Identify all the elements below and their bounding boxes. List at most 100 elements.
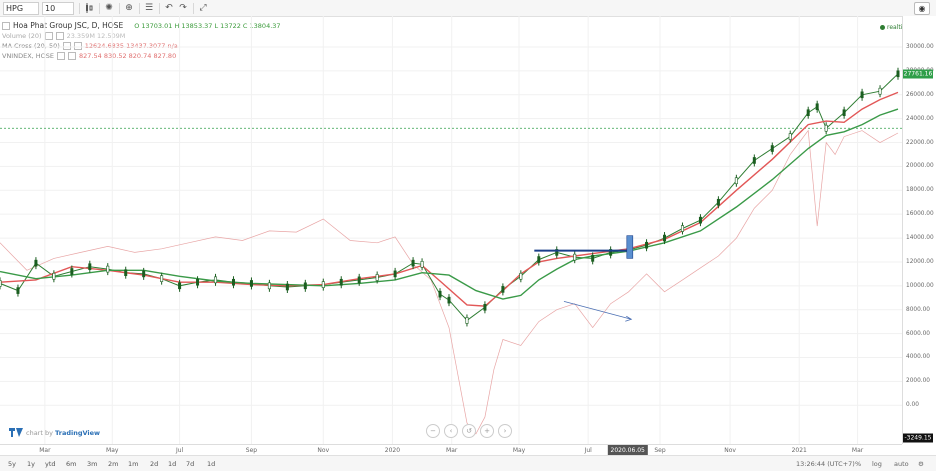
range-3m[interactable]: 3m — [87, 460, 97, 468]
scroll-right-icon[interactable]: › — [498, 424, 512, 438]
template-icon[interactable]: ☰ — [144, 2, 154, 14]
toolbar-divider — [79, 2, 80, 14]
candle-body — [438, 290, 442, 298]
x-tick-label: 2020 — [384, 447, 401, 454]
x-tick-label: Mar — [39, 447, 51, 454]
range-7d[interactable]: 7d — [186, 460, 194, 468]
range-bar: 5y 1y ytd 6m 3m 2m 1m 2d 1d 7d 1d 13:26:… — [0, 455, 936, 471]
candle-body — [698, 216, 702, 224]
x-tick-label: May — [106, 447, 119, 454]
candle-body — [734, 177, 738, 185]
percent-toggle[interactable]: % — [855, 460, 861, 468]
toolbar-divider — [99, 2, 100, 14]
toolbar-divider — [139, 2, 140, 14]
y-tick-label: 16000.00 — [906, 211, 934, 218]
candle-body — [339, 278, 343, 286]
candle-body — [411, 259, 415, 267]
tradingview-logo[interactable]: chart by TradingView — [9, 428, 100, 437]
auto-toggle[interactable]: auto — [894, 460, 909, 468]
candle-body — [88, 263, 92, 271]
camera-icon[interactable]: ◉ — [914, 2, 930, 15]
candle-body — [645, 241, 649, 249]
candle-body — [896, 70, 900, 78]
candle-body — [142, 270, 146, 278]
price-chart[interactable] — [0, 16, 902, 444]
y-tick-label: 2000.00 — [906, 378, 930, 385]
toolbar-divider — [119, 2, 120, 14]
settings-gear-icon[interactable]: ⚙ — [918, 460, 924, 468]
range-1d-b[interactable]: 1d — [207, 460, 215, 468]
indicators-icon[interactable]: ✺ — [104, 2, 114, 14]
candle-body — [249, 280, 253, 287]
candle-body — [375, 274, 379, 281]
candle-body — [519, 272, 523, 280]
candle-body — [267, 282, 271, 290]
range-ytd[interactable]: ytd — [45, 460, 56, 468]
candle-body — [34, 259, 38, 267]
scroll-left-icon[interactable]: ‹ — [444, 424, 458, 438]
series-line-ma-50 — [0, 108, 899, 300]
candle-body — [393, 270, 397, 278]
candle-body — [483, 304, 487, 311]
zoom-out-icon[interactable]: − — [426, 424, 440, 438]
x-tick-label: Sep — [654, 447, 666, 454]
candle-body — [501, 286, 505, 293]
candle-body — [196, 278, 200, 286]
compare-icon[interactable]: ⊕ — [124, 2, 134, 14]
range-1y[interactable]: 1y — [27, 460, 35, 468]
range-1m[interactable]: 1m — [128, 460, 138, 468]
y-tick-label: 20000.00 — [906, 163, 934, 170]
y-tick-label: 0.00 — [906, 402, 919, 409]
undo-icon[interactable]: ↶ — [164, 2, 174, 14]
tradingview-logo-text: chart by TradingView — [26, 428, 101, 437]
candle-body — [680, 225, 684, 232]
price-axis[interactable]: 30000.0028000.0026000.0024000.0022000.00… — [902, 16, 936, 444]
candle-body — [573, 253, 577, 261]
candle-body — [806, 109, 810, 117]
candle-body — [321, 281, 325, 288]
candle-body — [357, 276, 361, 284]
candle-body — [752, 157, 756, 164]
range-5y[interactable]: 5y — [8, 460, 16, 468]
breakout-marker — [626, 235, 634, 259]
candle-body — [231, 278, 235, 286]
candle-body — [815, 103, 819, 111]
zoom-in-icon[interactable]: + — [480, 424, 494, 438]
candle-body — [70, 268, 74, 275]
clock: 13:26:44 (UTC+7) — [796, 460, 855, 468]
y-tick-label: 14000.00 — [906, 235, 934, 242]
log-toggle[interactable]: log — [872, 460, 882, 468]
candles-icon[interactable] — [84, 2, 94, 14]
y-tick-label: 6000.00 — [906, 330, 930, 337]
candle-body — [860, 91, 864, 99]
candle-body — [537, 256, 541, 263]
fullscreen-icon[interactable]: ⤢ — [198, 2, 208, 14]
reset-icon[interactable]: ↺ — [462, 424, 476, 438]
range-6m[interactable]: 6m — [66, 460, 76, 468]
range-2m[interactable]: 2m — [108, 460, 118, 468]
redo-icon[interactable]: ↷ — [178, 2, 188, 14]
x-tick-label: Nov — [724, 447, 736, 454]
range-1d[interactable]: 1d — [168, 460, 176, 468]
range-2d[interactable]: 2d — [150, 460, 158, 468]
candle-body — [106, 265, 110, 273]
x-tick-label: Mar — [446, 447, 458, 454]
candle-body — [465, 317, 469, 324]
x-tick-label: 2021 — [791, 447, 807, 454]
interval-select[interactable]: 10 — [42, 1, 74, 15]
x-tick-label: Mar — [851, 447, 864, 454]
toolbar-divider — [193, 2, 194, 14]
y-tick-label: 12000.00 — [906, 258, 934, 265]
candle-body — [420, 261, 424, 268]
candle-body — [716, 198, 720, 206]
y-tick-label: 24000.00 — [906, 115, 934, 122]
symbol-input[interactable]: HPG — [3, 1, 39, 15]
y-tick-label: 30000.00 — [906, 44, 934, 51]
candle-body — [16, 287, 20, 294]
candle-body — [770, 145, 774, 152]
x-tick-label: Sep — [245, 447, 258, 454]
candle-body — [124, 269, 128, 276]
y-tick-label: 4000.00 — [906, 354, 930, 361]
candle-body — [842, 109, 846, 117]
candle-body — [52, 272, 56, 280]
